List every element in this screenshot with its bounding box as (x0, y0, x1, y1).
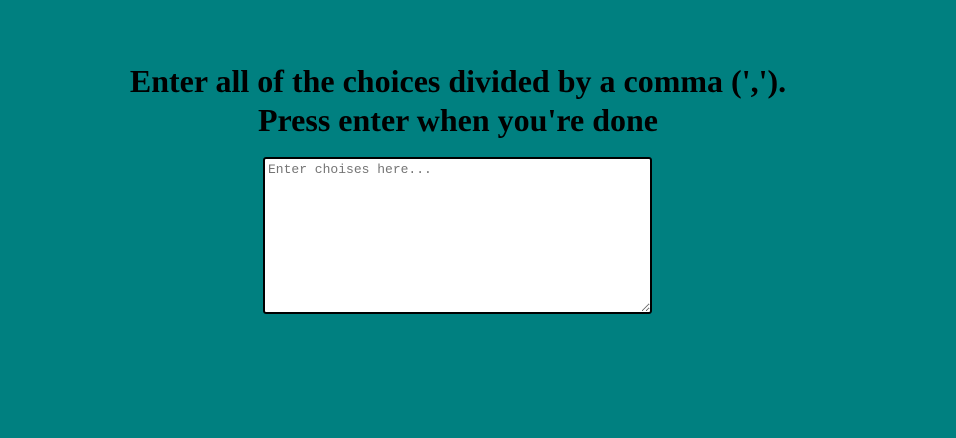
choices-textarea[interactable] (263, 157, 652, 314)
instructions-heading: Enter all of the choices divided by a co… (0, 62, 916, 140)
instructions-line-1: Enter all of the choices divided by a co… (129, 63, 787, 99)
instructions-line-2: Press enter when you're done (258, 102, 658, 138)
